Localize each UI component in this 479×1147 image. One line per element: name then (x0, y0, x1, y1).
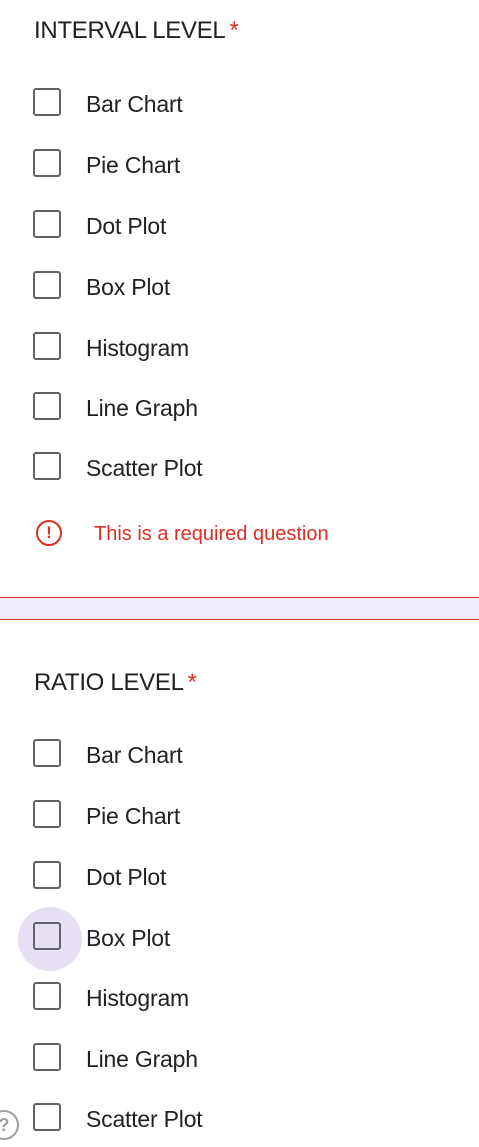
option-label: Box Plot (86, 925, 171, 951)
option-label: Scatter Plot (86, 455, 203, 481)
option-label: Bar Chart (86, 91, 183, 117)
option-histogram[interactable]: Histogram (0, 974, 479, 1026)
option-label: Histogram (86, 335, 190, 361)
checkbox[interactable] (33, 88, 61, 116)
required-asterisk: * (187, 669, 197, 696)
option-dot-plot[interactable]: Dot Plot (0, 202, 479, 254)
checkbox[interactable] (33, 800, 61, 828)
checkbox[interactable] (33, 1043, 61, 1071)
option-label: Scatter Plot (86, 1106, 203, 1132)
option-pie-chart[interactable]: Pie Chart (0, 792, 479, 844)
option-box-plot[interactable]: Box Plot (0, 907, 479, 971)
form-page: INTERVAL LEVEL * Bar Chart Pie Chart Dot … (0, 0, 479, 1147)
checkbox[interactable] (33, 922, 61, 950)
option-label: Box Plot (86, 274, 171, 300)
checkbox[interactable] (33, 739, 61, 767)
checkbox[interactable] (33, 210, 61, 238)
option-box-plot[interactable]: Box Plot (0, 263, 479, 315)
checkbox-wrap (18, 724, 82, 788)
checkbox[interactable] (33, 982, 61, 1010)
option-line-graph[interactable]: Line Graph (0, 1035, 479, 1087)
checkbox-wrap-hovered (18, 907, 82, 971)
option-pie-chart[interactable]: Pie Chart (0, 141, 479, 193)
option-scatter-plot[interactable]: Scatter Plot (0, 444, 479, 496)
question-card-interval-level: INTERVAL LEVEL * Bar Chart Pie Chart Dot … (0, 0, 479, 598)
checkbox-wrap (18, 317, 82, 381)
option-label: Histogram (86, 985, 190, 1011)
checkbox[interactable] (33, 452, 61, 480)
required-asterisk: * (229, 17, 239, 44)
checkbox[interactable] (33, 861, 61, 889)
checkbox-wrap (18, 195, 82, 259)
checkbox[interactable] (33, 1103, 61, 1131)
question-title: INTERVAL LEVEL * (34, 16, 239, 46)
option-bar-chart[interactable]: Bar Chart (0, 80, 479, 132)
checkbox-wrap (18, 785, 82, 849)
option-label: Line Graph (86, 395, 198, 421)
checkbox-wrap (18, 1088, 82, 1147)
option-histogram[interactable]: Histogram (0, 324, 479, 376)
option-bar-chart[interactable]: Bar Chart (0, 731, 479, 783)
option-label: Bar Chart (86, 742, 183, 768)
checkbox-wrap (18, 73, 82, 137)
question-title: RATIO LEVEL * (34, 668, 197, 698)
checkbox[interactable] (33, 149, 61, 177)
required-error-message: ! This is a required question (0, 516, 479, 556)
error-circle-icon: ! (36, 520, 62, 546)
checkbox-wrap (18, 134, 82, 198)
option-line-graph[interactable]: Line Graph (0, 384, 479, 436)
question-card-ratio-level: RATIO LEVEL * Bar Chart Pie Chart Dot Plo… (0, 619, 479, 1147)
checkbox-wrap (18, 1028, 82, 1092)
question-title-text: RATIO LEVEL (34, 669, 184, 696)
option-label: Line Graph (86, 1046, 198, 1072)
option-label: Pie Chart (86, 152, 181, 178)
option-label: Dot Plot (86, 864, 167, 890)
checkbox-wrap (18, 967, 82, 1031)
checkbox-wrap (18, 377, 82, 441)
checkbox[interactable] (33, 332, 61, 360)
checkbox[interactable] (33, 392, 61, 420)
checkbox-wrap (18, 846, 82, 910)
error-text: This is a required question (94, 523, 329, 545)
option-dot-plot[interactable]: Dot Plot (0, 853, 479, 905)
checkbox-wrap (18, 437, 82, 501)
section-separator (0, 597, 479, 620)
option-scatter-plot[interactable]: Scatter Plot (0, 1095, 479, 1147)
option-label: Pie Chart (86, 803, 181, 829)
checkbox-wrap (18, 256, 82, 320)
option-label: Dot Plot (86, 213, 167, 239)
checkbox[interactable] (33, 271, 61, 299)
question-title-text: INTERVAL LEVEL (34, 17, 226, 44)
